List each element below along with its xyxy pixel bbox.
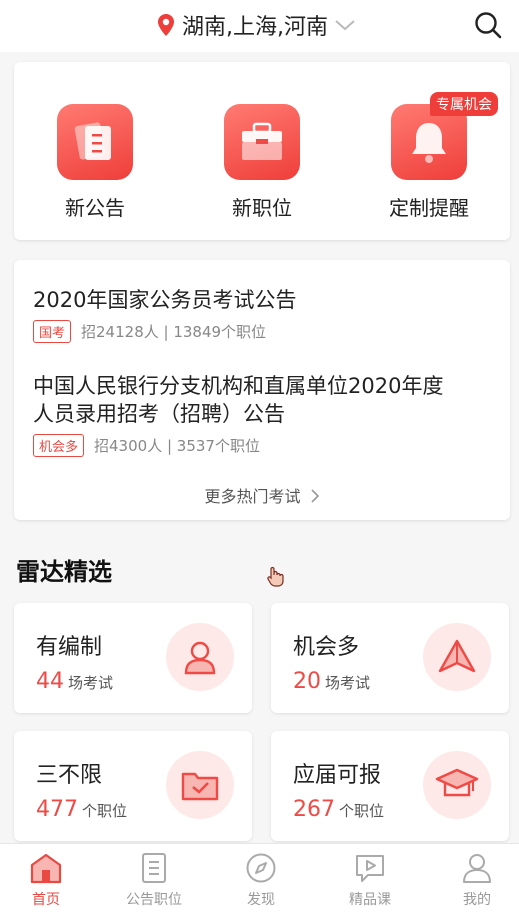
radar-card-title: 机会多: [293, 635, 360, 660]
folder-check-icon: [166, 751, 234, 819]
quick-entry-new-position[interactable]: 新职位: [207, 104, 317, 221]
tab-label: 公告职位: [126, 892, 182, 908]
radar-card-unit: 个职位: [82, 802, 128, 820]
app-root: 湖南,上海,河南 新公告 新职位 定制提醒 专属机会 2020年国家公务员考试公…: [0, 0, 519, 913]
person-icon: [166, 623, 234, 691]
radar-card-title: 有编制: [36, 635, 103, 660]
radar-card-number: 477: [36, 797, 78, 822]
tab-discover[interactable]: 发现: [211, 852, 311, 909]
tab-label: 首页: [32, 892, 60, 908]
radar-card-count: 477 个职位: [36, 797, 127, 822]
chevron-right-icon: [310, 489, 319, 503]
top-bar: 湖南,上海,河南: [0, 0, 519, 52]
exam-tag: 国考: [33, 320, 72, 343]
exam-item[interactable]: 中国人民银行分支机构和直属单位2020年度 人员录用招考（招聘）公告 机会多 招…: [33, 372, 443, 457]
tab-premium-courses[interactable]: 精品课: [320, 852, 420, 909]
tab-label: 我的: [463, 892, 491, 908]
home-icon: [30, 853, 62, 884]
quick-entry-label: 定制提醒: [389, 196, 469, 220]
tab-profile[interactable]: 我的: [427, 852, 519, 909]
radar-card-count: 44 场考试: [36, 669, 113, 694]
exam-stats: 招4300人 | 3537个职位: [94, 437, 260, 455]
graduation-cap-icon: [423, 751, 491, 819]
paper-plane-icon: [423, 623, 491, 691]
radar-card-number: 20: [293, 669, 321, 694]
hand-cursor-icon: [267, 566, 284, 587]
radar-card-count: 267 个职位: [293, 797, 384, 822]
more-hot-exams-link[interactable]: 更多热门考试: [14, 483, 510, 507]
compass-icon: [246, 853, 276, 883]
map-pin-icon: [158, 14, 174, 36]
exam-title-line-2: 人员录用招考（招聘）公告: [33, 402, 285, 426]
exam-stats: 招24128人 | 13849个职位: [81, 323, 267, 341]
radar-card-no-limits[interactable]: 三不限 477 个职位: [14, 731, 252, 841]
exam-meta: 机会多 招4300人 | 3537个职位: [33, 434, 443, 457]
more-hot-exams-label: 更多热门考试: [204, 487, 301, 506]
exam-title-line-1: 中国人民银行分支机构和直属单位2020年度: [33, 374, 444, 398]
tab-home[interactable]: 首页: [0, 852, 96, 909]
quick-entry-panel: 新公告 新职位 定制提醒: [14, 62, 510, 240]
document-icon: [57, 104, 133, 180]
radar-card-count: 20 场考试: [293, 669, 370, 694]
location-label: 湖南,上海,河南: [182, 15, 328, 40]
exam-tag: 机会多: [33, 434, 85, 457]
radar-card-unit: 场考试: [68, 674, 114, 692]
radar-card-unit: 场考试: [325, 674, 371, 692]
section-title: 雷达精选: [16, 558, 112, 586]
radar-card-number: 267: [293, 797, 335, 822]
exam-title: 2020年国家公务员考试公告: [33, 288, 297, 312]
quick-entry-label: 新职位: [232, 196, 292, 220]
tab-label: 精品课: [349, 892, 391, 908]
tab-announcements-positions[interactable]: 公告职位: [104, 852, 204, 909]
exclusive-opportunity-badge: 专属机会: [430, 92, 498, 116]
quick-entry-custom-alert[interactable]: 定制提醒: [374, 104, 484, 221]
radar-card-unit: 个职位: [339, 802, 385, 820]
radar-card-title: 应届可报: [293, 763, 382, 788]
radar-card-title: 三不限: [36, 763, 103, 788]
search-icon[interactable]: [473, 10, 503, 40]
quick-entry-new-announcement[interactable]: 新公告: [40, 104, 150, 221]
bottom-tab-bar: 首页 公告职位 发现 精品课 我的: [0, 843, 519, 913]
radar-card-many-chances[interactable]: 机会多 20 场考试: [271, 603, 509, 713]
location-selector[interactable]: 湖南,上海,河南: [156, 10, 356, 40]
radar-card-has-quota[interactable]: 有编制 44 场考试: [14, 603, 252, 713]
exam-item[interactable]: 2020年国家公务员考试公告 国考 招24128人 | 13849个职位: [33, 286, 296, 343]
briefcase-icon: [224, 104, 300, 180]
user-icon: [463, 854, 491, 883]
exam-meta: 国考 招24128人 | 13849个职位: [33, 320, 296, 343]
chevron-down-icon: [335, 20, 355, 31]
list-document-icon: [142, 853, 166, 883]
tab-label: 发现: [247, 892, 275, 908]
hot-exams-panel: 2020年国家公务员考试公告 国考 招24128人 | 13849个职位 中国人…: [14, 260, 510, 520]
video-chat-icon: [356, 855, 384, 882]
quick-entry-label: 新公告: [65, 196, 125, 220]
radar-card-graduate[interactable]: 应届可报 267 个职位: [271, 731, 509, 841]
radar-card-number: 44: [36, 669, 64, 694]
